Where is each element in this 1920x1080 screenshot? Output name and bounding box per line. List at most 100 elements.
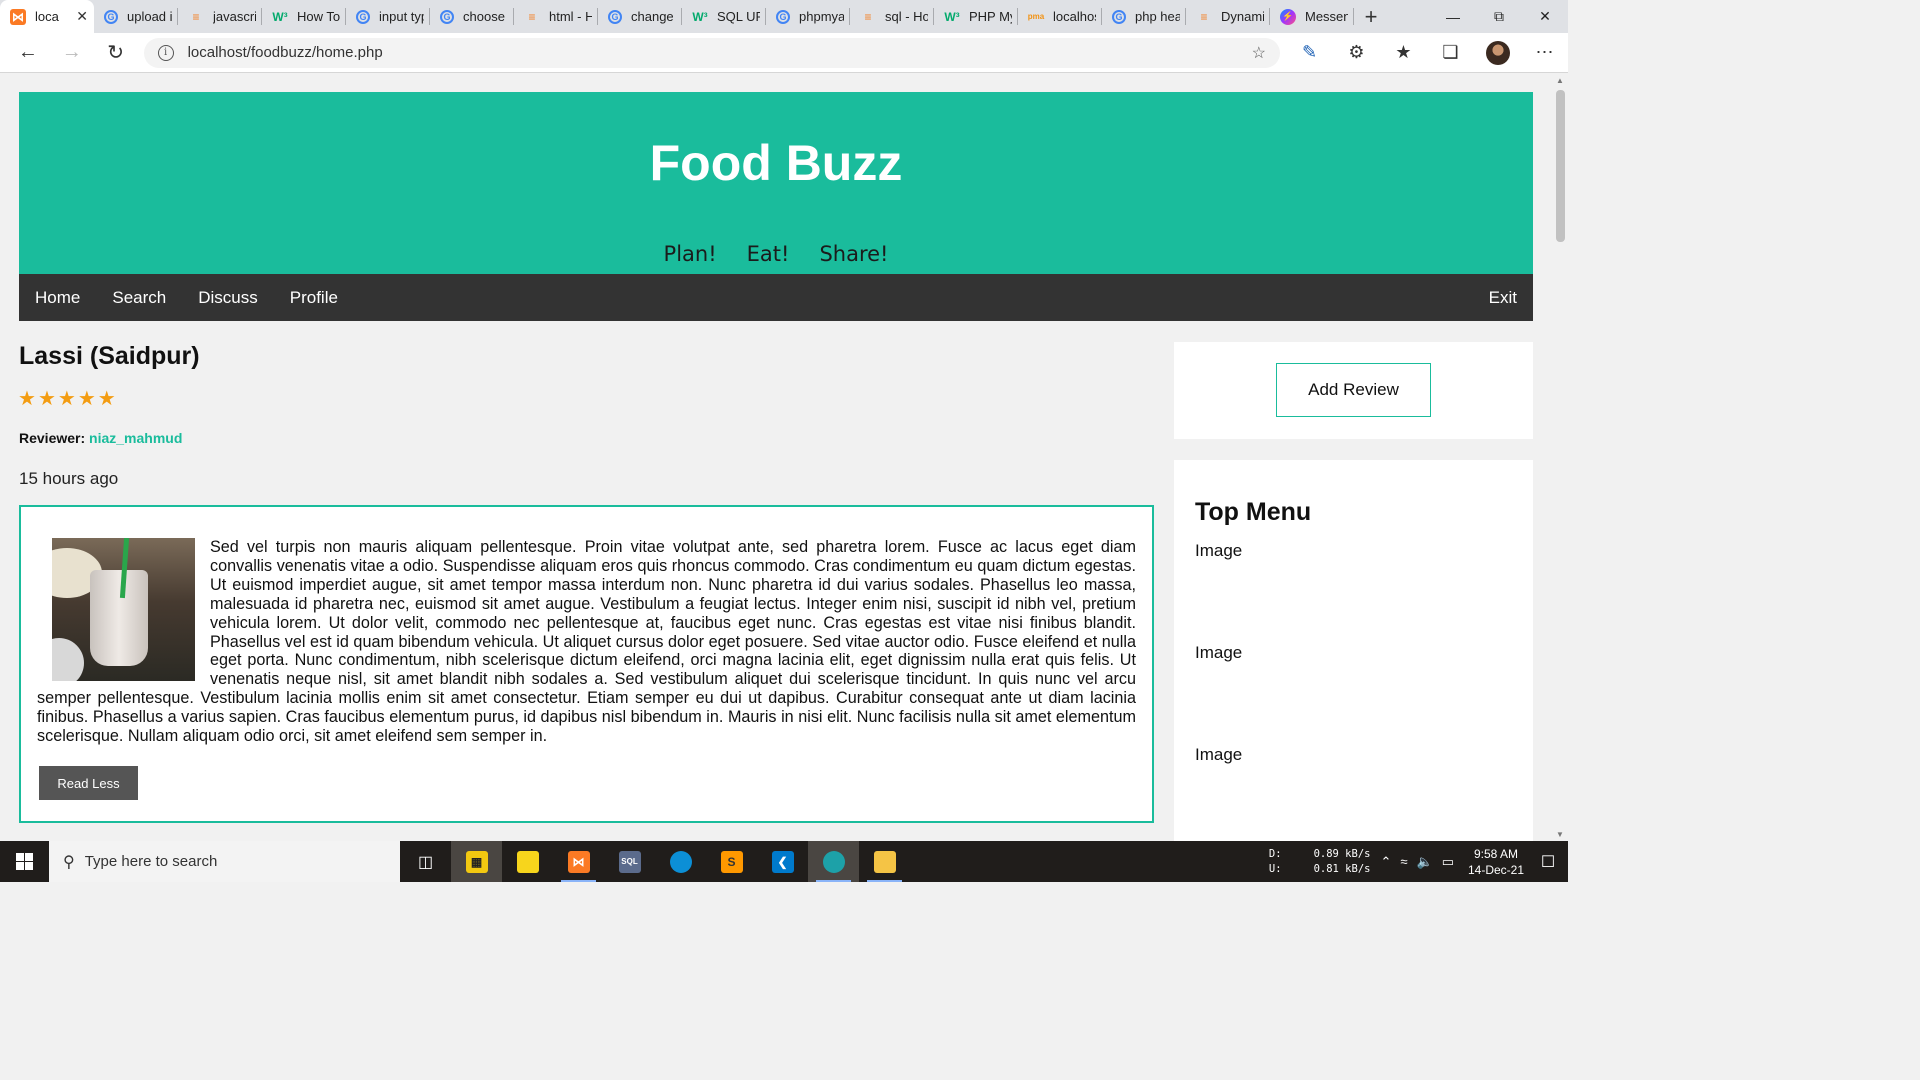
reviewer-name[interactable]: niaz_mahmud [89,430,182,446]
close-window-icon[interactable]: ✕ [1522,0,1568,33]
browser-tab[interactable]: ≡ Dynamic [1186,0,1270,33]
new-tab-button[interactable]: + [1354,0,1388,33]
browser-tab[interactable]: W³ SQL UPD [682,0,766,33]
more-menu-icon[interactable]: ⋯ [1521,33,1568,73]
tray-icons: ⌃ ≈ 🔈 ▭ [1380,854,1454,870]
browser-tab[interactable]: ≡ javascrip [178,0,262,33]
browser-tab[interactable]: Gchange [598,0,682,33]
net-speed-monitor: D: U: 0.89 kB/s 0.81 kB/s [1269,847,1371,877]
browser-tab[interactable]: pma localhos [1018,0,1102,33]
add-favorite-icon[interactable]: ☆ [1252,43,1266,63]
slogan: Share! [819,242,889,266]
wifi-icon[interactable]: ≈ [1400,854,1407,869]
slogans: Plan! Eat! Share! [19,242,1533,266]
battery-icon[interactable]: ▭ [1442,854,1454,870]
system-tray: D: U: 0.89 kB/s 0.81 kB/s ⌃ ≈ 🔈 ▭ 9:58 A… [1269,841,1568,882]
xampp-app-icon[interactable]: ⋈ [553,841,604,882]
nav-search[interactable]: Search [96,274,182,321]
scroll-down-icon[interactable]: ▼ [1556,830,1564,839]
extensions-icon[interactable]: ⚙ [1333,33,1380,73]
site-title: Food Buzz [649,135,903,191]
tab-title: change [631,9,674,24]
back-icon[interactable]: ← [6,33,50,73]
reviewer-line: Reviewer: niaz_mahmud [19,430,182,446]
add-review-button[interactable]: Add Review [1276,363,1431,417]
reviewer-label: Reviewer: [19,430,86,446]
scrollbar-thumb[interactable] [1556,90,1565,242]
read-less-button[interactable]: Read Less [39,766,138,800]
tab-title: localhos [1053,9,1096,24]
bowl-shape [52,638,84,681]
tab-title: html - H [549,9,592,24]
star-icon: ★ [57,388,76,410]
pen-icon[interactable]: ✎ [1286,33,1333,73]
volume-icon[interactable]: 🔈 [1417,854,1433,870]
profile-avatar[interactable] [1474,33,1521,73]
browser-tab[interactable]: ⋈ loca ✕ [0,0,94,33]
notification-center-icon[interactable]: ☐ [1528,852,1568,872]
windows-taskbar: ⚲ Type here to search ◫ ▦ ⋈ SQL S ❮ D: U… [0,841,1568,882]
stackoverflow-icon: ≡ [864,9,872,24]
browser-tab[interactable]: ≡ html - H [514,0,598,33]
net-down-rate: 0.89 kB/s [1313,847,1371,860]
file-explorer-app-icon[interactable] [859,841,910,882]
nav-discuss[interactable]: Discuss [182,274,274,321]
phpmyadmin-icon: pma [1027,12,1045,21]
browser-tab[interactable]: W³ How To [262,0,346,33]
sticky-notes-app-icon[interactable] [502,841,553,882]
browser-tab[interactable]: Gupload i [94,0,178,33]
clock-time: 9:58 AM [1473,846,1519,861]
minimize-icon[interactable]: — [1430,0,1476,33]
mysql-app-icon[interactable]: SQL [604,841,655,882]
site-info-icon[interactable]: i [157,44,174,61]
vscode-app-icon[interactable]: ❮ [757,841,808,882]
browser-tab[interactable]: Gphp hea [1102,0,1186,33]
task-view-icon[interactable]: ◫ [400,841,451,882]
edge-active-app-icon[interactable] [808,841,859,882]
powerbi-app-icon[interactable]: ▦ [451,841,502,882]
w3schools-icon: W³ [692,9,708,24]
show-hidden-icons-icon[interactable]: ⌃ [1380,854,1391,870]
refresh-icon[interactable]: ↻ [94,33,138,73]
google-icon: G [356,9,370,24]
top-menu-item: Image [1195,541,1243,560]
slogan: Eat! [746,242,790,266]
forward-icon[interactable]: → [50,33,94,73]
nav-profile[interactable]: Profile [274,274,354,321]
edge-app-icon[interactable] [655,841,706,882]
tab-title: SQL UPD [717,9,760,24]
net-down-label: D: [1268,847,1282,860]
browser-tab[interactable]: Gphpmya [766,0,850,33]
add-review-card: Add Review [1174,342,1533,439]
review-time: 15 hours ago [19,469,119,488]
page-scrollbar[interactable]: ▲ ▼ [1552,74,1568,841]
browser-tools: ✎ ⚙ ★ ❏ ⋯ [1286,33,1568,73]
browser-tab[interactable]: ≡ sql - Ho [850,0,934,33]
sublime-app-icon[interactable]: S [706,841,757,882]
browser-tab[interactable]: W³ PHP My [934,0,1018,33]
address-bar[interactable]: i localhost/foodbuzz/home.php ☆ [143,37,1280,68]
browser-toolbar: ← → ↻ i localhost/foodbuzz/home.php ☆ ✎ … [0,33,1568,73]
start-button[interactable] [0,841,49,882]
nav-exit[interactable]: Exit [1473,274,1533,321]
favorites-icon[interactable]: ★ [1380,33,1427,73]
tab-title: php hea [1135,9,1180,24]
taskbar-apps: ◫ ▦ ⋈ SQL S ❮ [400,841,910,882]
window-controls: — ⧉ ✕ [1430,0,1568,33]
collections-icon[interactable]: ❏ [1427,33,1474,73]
url-text[interactable]: localhost/foodbuzz/home.php [188,44,1252,61]
net-up-rate: 0.81 kB/s [1313,862,1371,875]
scroll-up-icon[interactable]: ▲ [1556,76,1564,85]
nav-home[interactable]: Home [19,274,96,321]
restore-icon[interactable]: ⧉ [1476,0,1522,33]
taskbar-clock[interactable]: 9:58 AM 14-Dec-21 [1464,846,1528,878]
browser-tab-strip: ⋈ loca ✕ Gupload i ≡ javascrip W³ How To Ginput … [0,0,1568,33]
browser-tab[interactable]: ⚡ Messeng [1270,0,1354,33]
close-tab-icon[interactable]: ✕ [76,8,88,25]
browser-tab[interactable]: Ginput typ [346,0,430,33]
browser-tab[interactable]: Gchoose f [430,0,514,33]
taskbar-search[interactable]: ⚲ Type here to search [49,841,400,882]
tab-title: How To [297,9,340,24]
site-header: Food Buzz Plan! Eat! Share! [19,92,1533,274]
star-icon: ★ [77,388,96,410]
